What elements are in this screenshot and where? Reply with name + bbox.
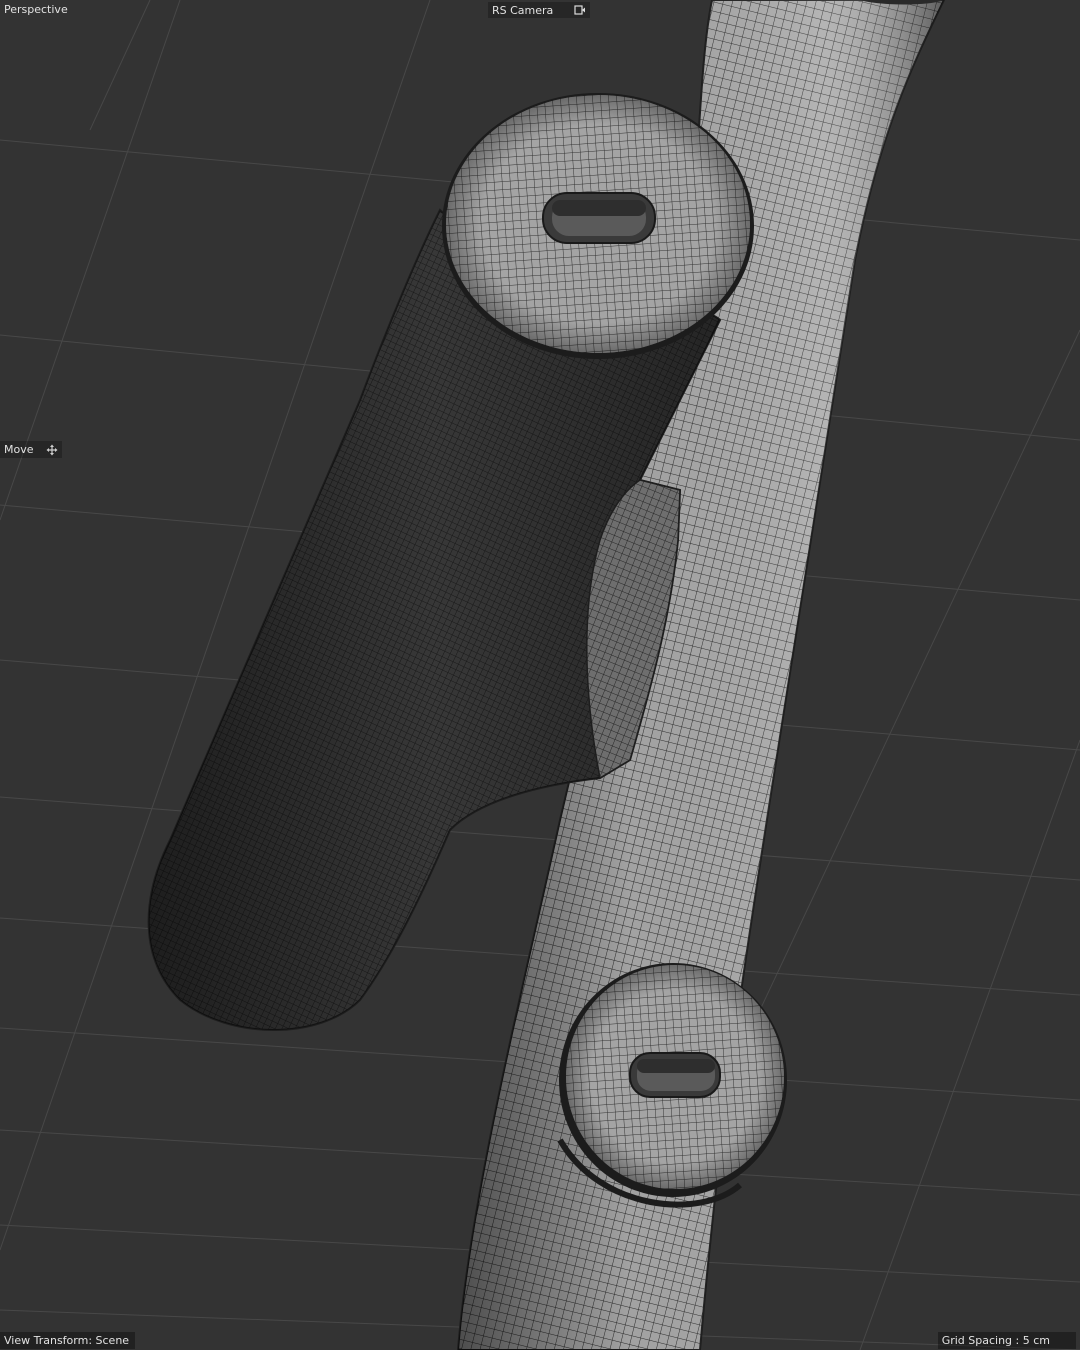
camera-lock-icon[interactable] [574,5,586,15]
camera-selector[interactable]: RS Camera [488,2,590,18]
active-tool-hud[interactable]: Move [0,441,62,458]
active-tool-label: Move [4,443,34,456]
view-transform-label: View Transform: Scene [0,1332,136,1349]
viewport-canvas[interactable] [0,0,1080,1350]
grid-spacing-label: Grid Spacing : 5 cm [937,1332,1076,1349]
camera-name: RS Camera [492,3,554,17]
3d-viewport[interactable] [0,0,1080,1350]
move-arrows-icon[interactable] [46,444,58,456]
upper-end-cap[interactable] [442,93,754,359]
view-name-label[interactable]: Perspective [4,2,68,18]
